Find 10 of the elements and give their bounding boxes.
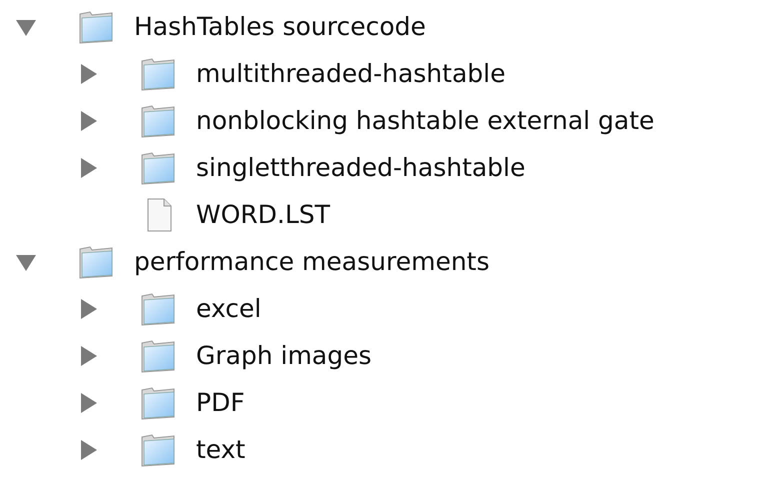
item-label[interactable]: PDF [196, 388, 245, 417]
item-label[interactable]: excel [196, 294, 262, 323]
item-label[interactable]: WORD.LST [196, 200, 330, 229]
item-label[interactable]: text [196, 435, 246, 464]
item-label[interactable]: singletthreaded-hashtable [196, 153, 526, 182]
item-label[interactable]: multithreaded-hashtable [196, 59, 506, 88]
item-label[interactable]: HashTables sourcecode [134, 12, 426, 41]
item-label[interactable]: performance measurements [134, 247, 490, 276]
item-label[interactable]: Graph images [196, 341, 372, 370]
item-label[interactable]: nonblocking hashtable external gate [196, 106, 654, 135]
